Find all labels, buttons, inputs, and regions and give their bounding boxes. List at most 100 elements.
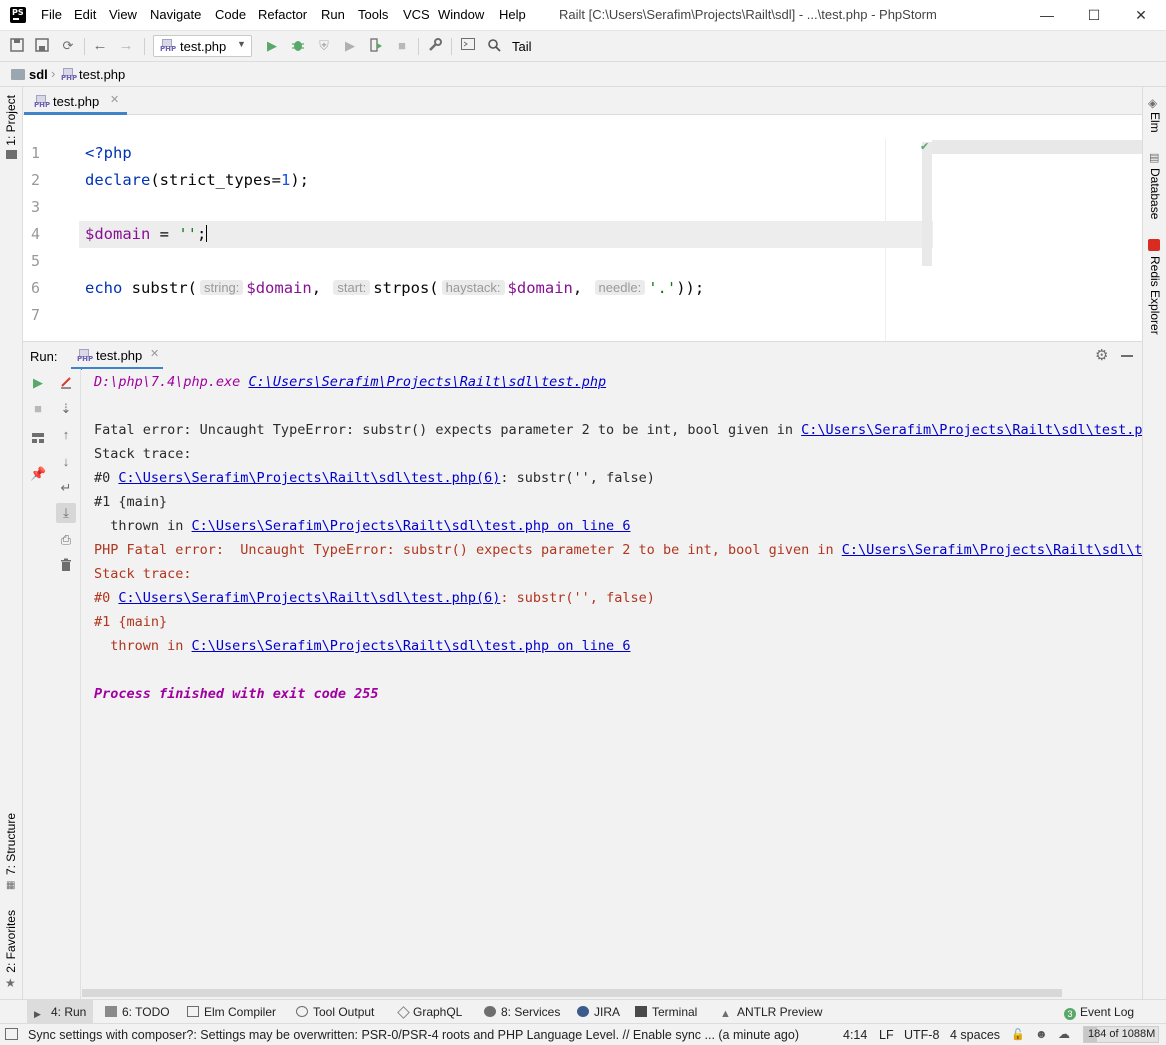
- tool-window-todo[interactable]: 6: TODO: [105, 1005, 170, 1019]
- menu-help[interactable]: Help: [499, 7, 526, 22]
- up-arrow-icon[interactable]: ↑: [58, 427, 74, 443]
- console-error-text: #0: [94, 590, 119, 606]
- tool-tab-database[interactable]: Database: [1148, 168, 1162, 219]
- tool-window-tool-output[interactable]: Tool Output: [296, 1005, 374, 1019]
- stop-icon[interactable]: ■: [394, 38, 410, 54]
- layout-icon[interactable]: [30, 432, 46, 448]
- save-all-icon[interactable]: [9, 38, 25, 54]
- notifications-icon[interactable]: ☁: [1058, 1027, 1070, 1041]
- terminal-window-icon[interactable]: [460, 38, 476, 54]
- line-number: 5: [31, 252, 41, 270]
- down-arrow-icon[interactable]: ↓: [58, 454, 74, 470]
- save-icon[interactable]: [34, 38, 50, 54]
- services-icon: [484, 1006, 496, 1017]
- file-link[interactable]: C:\Users\Serafim\Projects\Railt\sdl\test…: [801, 422, 1142, 438]
- tool-window-label: ANTLR Preview: [737, 1005, 823, 1019]
- file-link[interactable]: C:\Users\Serafim\Projects\Railt\sdl\test…: [192, 638, 631, 654]
- line-separator[interactable]: LF: [879, 1028, 894, 1042]
- tool-window-graphql[interactable]: GraphQL: [397, 1005, 462, 1019]
- run-triangle-icon: ▶: [34, 1009, 41, 1019]
- close-tab-icon[interactable]: ✕: [150, 347, 159, 360]
- inspector-icon[interactable]: ☻: [1035, 1027, 1048, 1041]
- breadcrumb-item-file[interactable]: test.php: [79, 67, 125, 82]
- clear-console-icon[interactable]: [58, 375, 74, 391]
- forward-icon[interactable]: →: [118, 38, 134, 54]
- status-window-icon[interactable]: [5, 1028, 18, 1040]
- tool-window-terminal[interactable]: Terminal: [635, 1005, 697, 1019]
- run-tab-test-php[interactable]: PHP test.php ✕: [71, 342, 163, 370]
- editor-scrollbar[interactable]: [922, 142, 932, 266]
- file-link[interactable]: C:\Users\Serafim\Projects\Railt\sdl\test…: [192, 518, 631, 534]
- memory-indicator[interactable]: 184 of 1088M: [1083, 1026, 1159, 1043]
- tool-tab-elm[interactable]: Elm: [1148, 112, 1162, 133]
- run-icon[interactable]: ▶: [264, 38, 280, 54]
- tab-test-php[interactable]: PHP test.php ✕: [24, 87, 127, 115]
- menu-vcs[interactable]: VCS: [403, 7, 430, 22]
- tool-tab-structure[interactable]: 7: Structure: [4, 813, 18, 875]
- profile-icon[interactable]: ▶: [342, 38, 358, 54]
- event-log-badge: 3: [1064, 1008, 1076, 1020]
- command-file-link[interactable]: C:\Users\Serafim\Projects\Railt\sdl\test…: [248, 374, 606, 390]
- soft-wrap-icon[interactable]: ↵: [58, 480, 74, 496]
- print-icon[interactable]: ⎙: [58, 532, 74, 548]
- console-line-error-frame-0: #0 C:\Users\Serafim\Projects\Railt\sdl\t…: [94, 590, 655, 606]
- maximize-button[interactable]: ☐: [1071, 4, 1117, 26]
- menu-code[interactable]: Code: [215, 7, 246, 22]
- run-configuration-select[interactable]: PHP test.php ▼: [153, 35, 252, 57]
- indent-setting[interactable]: 4 spaces: [950, 1028, 1000, 1042]
- debug-icon[interactable]: [290, 38, 306, 54]
- back-icon[interactable]: ←: [92, 38, 108, 54]
- tool-window-elm-compiler[interactable]: Elm Compiler: [187, 1005, 276, 1019]
- tool-window-antlr-preview[interactable]: ▲ ANTLR Preview: [720, 1005, 823, 1020]
- run-test-icon[interactable]: [368, 38, 384, 54]
- minimize-panel-icon[interactable]: [1121, 355, 1133, 357]
- file-link[interactable]: C:\Users\Serafim\Projects\Railt\sdl\tes: [842, 542, 1142, 558]
- tool-window-run[interactable]: ▶ 4: Run: [34, 1005, 86, 1020]
- memory-label: 184 of 1088M: [1088, 1028, 1156, 1040]
- console-error-text: thrown in: [94, 638, 192, 654]
- settings-wrench-icon[interactable]: [427, 38, 443, 54]
- tool-tab-redis-explorer[interactable]: Redis Explorer: [1148, 256, 1162, 335]
- file-link[interactable]: C:\Users\Serafim\Projects\Railt\sdl\test…: [118, 470, 500, 486]
- breadcrumb-separator-icon: ›: [51, 66, 56, 81]
- menu-edit[interactable]: Edit: [74, 7, 96, 22]
- tool-window-label: 4: Run: [51, 1005, 87, 1019]
- tool-window-event-log[interactable]: 3 Event Log: [1064, 1005, 1134, 1020]
- tool-window-jira[interactable]: JIRA: [577, 1005, 620, 1019]
- menu-file[interactable]: File: [41, 7, 62, 22]
- caret-position[interactable]: 4:14: [843, 1028, 867, 1042]
- search-icon[interactable]: [486, 38, 502, 54]
- close-window-button[interactable]: ✕: [1118, 4, 1164, 26]
- sync-icon[interactable]: ⟳: [60, 38, 76, 54]
- tool-window-services[interactable]: 8: Services: [484, 1005, 560, 1019]
- tool-tab-project[interactable]: 1: Project: [4, 95, 18, 146]
- sort-down-icon[interactable]: ⇣: [58, 401, 74, 417]
- rerun-icon[interactable]: ▶: [30, 375, 46, 391]
- status-message[interactable]: Sync settings with composer?: Settings m…: [28, 1028, 799, 1042]
- close-tab-icon[interactable]: ✕: [110, 93, 119, 106]
- console-horizontal-scrollbar[interactable]: [82, 989, 1062, 997]
- tool-tab-favorites[interactable]: 2: Favorites: [4, 910, 18, 973]
- menu-run[interactable]: Run: [321, 7, 345, 22]
- menu-refactor[interactable]: Refactor: [258, 7, 307, 22]
- trash-icon[interactable]: [58, 558, 74, 574]
- menu-view[interactable]: View: [109, 7, 137, 22]
- menu-window[interactable]: Window: [438, 7, 484, 22]
- lock-icon[interactable]: 🔓: [1011, 1028, 1025, 1041]
- line-number: 2: [31, 171, 41, 189]
- code-editor[interactable]: 1 2 3 4 5 6 7 <?php declare(strict_types…: [23, 115, 1142, 341]
- minimize-button[interactable]: —: [1024, 4, 1070, 26]
- file-encoding[interactable]: UTF-8: [904, 1028, 939, 1042]
- pin-icon[interactable]: 📌: [30, 466, 46, 482]
- code-text: );: [290, 171, 309, 189]
- file-link[interactable]: C:\Users\Serafim\Projects\Railt\sdl\test…: [118, 590, 500, 606]
- coverage-icon[interactable]: ⛨: [316, 38, 332, 54]
- breadcrumb-item-sdl[interactable]: sdl: [29, 67, 48, 82]
- tail-button[interactable]: Tail: [512, 39, 532, 54]
- menu-navigate[interactable]: Navigate: [150, 7, 201, 22]
- scroll-to-end-icon[interactable]: ⤓: [56, 503, 76, 523]
- menu-tools[interactable]: Tools: [358, 7, 388, 22]
- stop-icon[interactable]: ■: [30, 401, 46, 417]
- gear-icon[interactable]: ⚙: [1095, 346, 1108, 364]
- run-console[interactable]: D:\php\7.4\php.exe C:\Users\Serafim\Proj…: [82, 369, 1142, 989]
